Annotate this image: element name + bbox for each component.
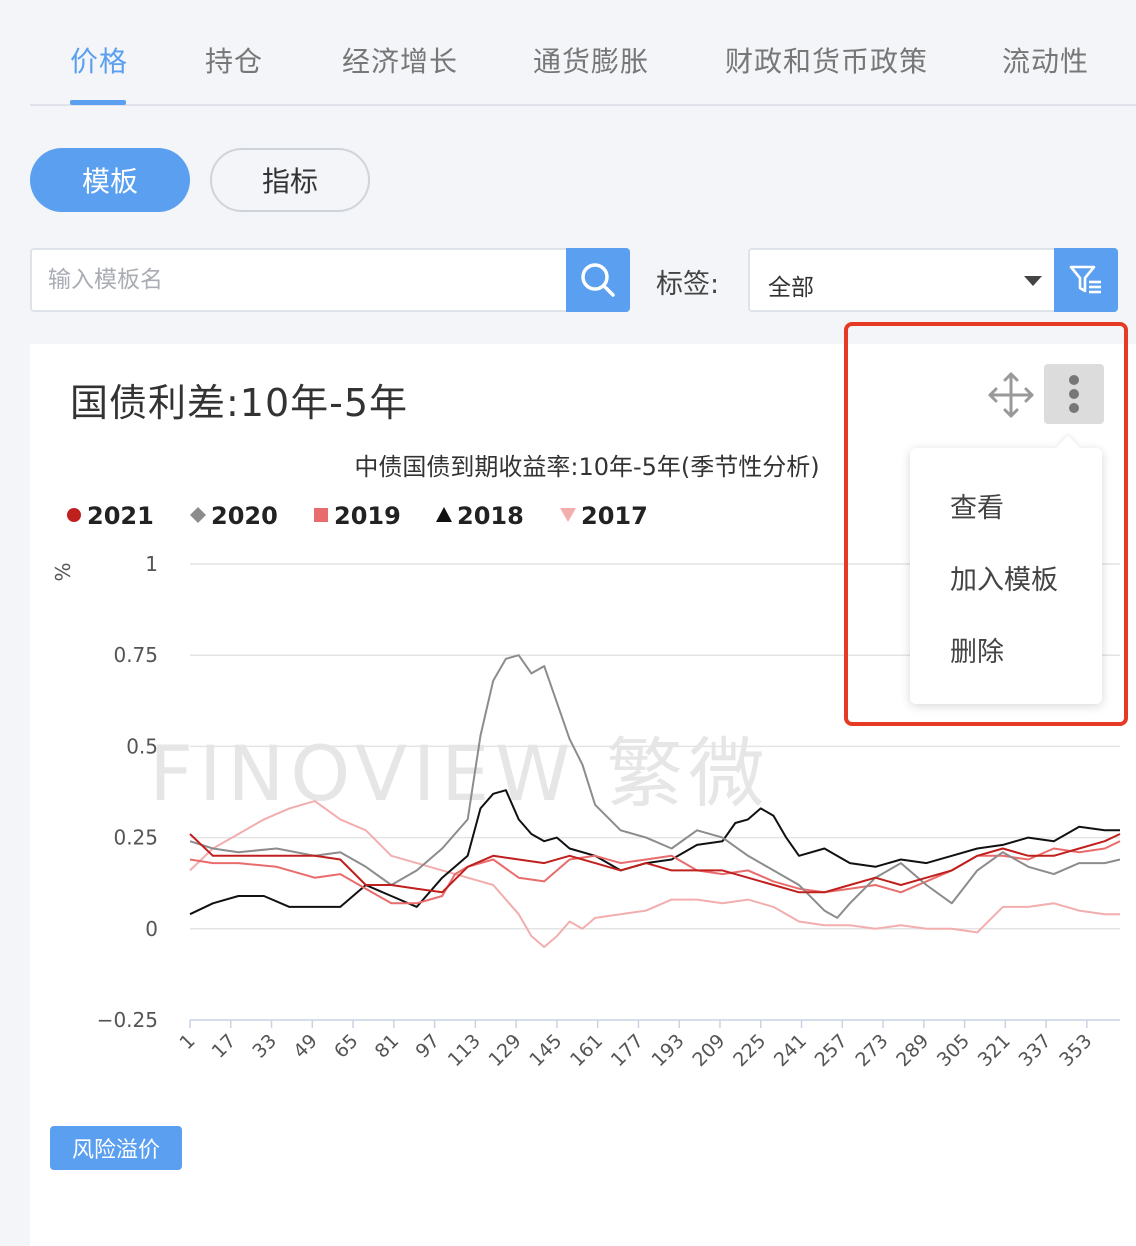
- x-tick-label: 49: [289, 1030, 322, 1063]
- x-tick-label: 321: [974, 1030, 1015, 1071]
- legend-label[interactable]: 2017: [581, 502, 648, 530]
- x-tick-label: 97: [411, 1030, 444, 1063]
- tab-inflation[interactable]: 通货膨胀: [533, 40, 649, 80]
- x-tick-label: 241: [770, 1030, 811, 1071]
- tab-economic-growth[interactable]: 经济增长: [342, 40, 458, 80]
- x-tick-label: 193: [648, 1030, 689, 1071]
- tab-price[interactable]: 价格: [70, 40, 128, 80]
- x-tick-label: 1: [175, 1030, 199, 1054]
- x-tick-label: 65: [330, 1030, 363, 1063]
- series-line-2019: [189, 840, 1121, 905]
- y-tick-label: 0.5: [126, 734, 158, 758]
- x-tick-label: 305: [933, 1030, 974, 1071]
- x-tick-label: 289: [892, 1030, 933, 1071]
- y-tick-label: −0.25: [97, 1008, 158, 1032]
- filter-button[interactable]: [1054, 248, 1118, 312]
- x-tick-label: 129: [484, 1030, 525, 1071]
- legend-marker-triangle-down: [560, 508, 576, 522]
- x-tick-label: 145: [525, 1030, 566, 1071]
- legend-marker-diamond: [190, 507, 206, 523]
- x-tick-label: 177: [607, 1030, 648, 1071]
- y-tick-label: 0.75: [113, 643, 158, 667]
- search-button[interactable]: [566, 248, 630, 312]
- tab-fiscal-monetary-policy[interactable]: 财政和货币政策: [725, 40, 928, 80]
- chart-legend: 2021 2020 2019 2018 2017: [67, 502, 648, 530]
- legend-marker-square: [314, 508, 328, 522]
- legend-label[interactable]: 2020: [211, 502, 278, 530]
- legend-label[interactable]: 2018: [457, 502, 524, 530]
- template-search-box: [30, 248, 568, 312]
- active-tab-indicator: [70, 100, 126, 105]
- x-tick-label: 337: [1014, 1030, 1055, 1071]
- menu-item-add-to-template[interactable]: 加入模板: [950, 558, 1058, 597]
- tab-positions[interactable]: 持仓: [205, 40, 263, 80]
- tag-select[interactable]: 全部: [748, 248, 1056, 312]
- x-tick-label: 17: [208, 1030, 241, 1063]
- menu-item-delete[interactable]: 删除: [950, 630, 1004, 669]
- y-tick-label: 0: [145, 917, 158, 941]
- indicator-mode-button[interactable]: 指标: [210, 148, 370, 212]
- card-options-menu: 查看 加入模板 删除: [910, 448, 1102, 704]
- template-mode-button[interactable]: 模板: [30, 148, 190, 212]
- x-tick-label: 273: [851, 1030, 892, 1071]
- chart-title: 中债国债到期收益率:10年-5年(季节性分析): [354, 453, 819, 481]
- x-axis-ticks: 1 17 33 49 65 81 97 113 129 145 161 177 193 209 225 241…: [175, 1020, 1096, 1071]
- x-tick-label: 225: [729, 1030, 770, 1071]
- y-axis-label: %: [51, 562, 75, 581]
- y-tick-label: 0.25: [113, 826, 158, 850]
- legend-marker-triangle-up: [436, 507, 452, 522]
- tag-filter-label: 标签:: [656, 269, 720, 300]
- y-tick-label: 1: [145, 552, 158, 576]
- legend-marker-circle: [67, 508, 81, 522]
- x-tick-label: 33: [248, 1030, 281, 1063]
- chevron-down-icon: [1024, 276, 1042, 286]
- risk-premium-tag[interactable]: 风险溢价: [50, 1126, 182, 1170]
- template-search-input[interactable]: [32, 250, 568, 310]
- x-tick-label: 81: [371, 1030, 404, 1063]
- tab-liquidity[interactable]: 流动性: [1002, 40, 1089, 80]
- x-tick-label: 113: [444, 1030, 485, 1071]
- menu-item-view[interactable]: 查看: [950, 486, 1004, 525]
- series-line-2021: [189, 833, 1121, 894]
- legend-label[interactable]: 2021: [87, 502, 154, 530]
- x-tick-label: 209: [688, 1030, 729, 1071]
- category-tabs: 价格 持仓 经济增长 通货膨胀 财政和货币政策 流动性: [30, 0, 1136, 106]
- filter-icon: [1069, 265, 1101, 294]
- tag-select-value: 全部: [768, 275, 814, 301]
- legend-label[interactable]: 2019: [334, 502, 401, 530]
- watermark-text: FINOVIEW 繁微: [149, 729, 770, 818]
- x-tick-label: 257: [811, 1030, 852, 1071]
- x-tick-label: 161: [566, 1030, 607, 1071]
- series-line-2017: [189, 800, 1120, 948]
- x-tick-label: 353: [1055, 1030, 1096, 1071]
- search-icon: [581, 263, 615, 297]
